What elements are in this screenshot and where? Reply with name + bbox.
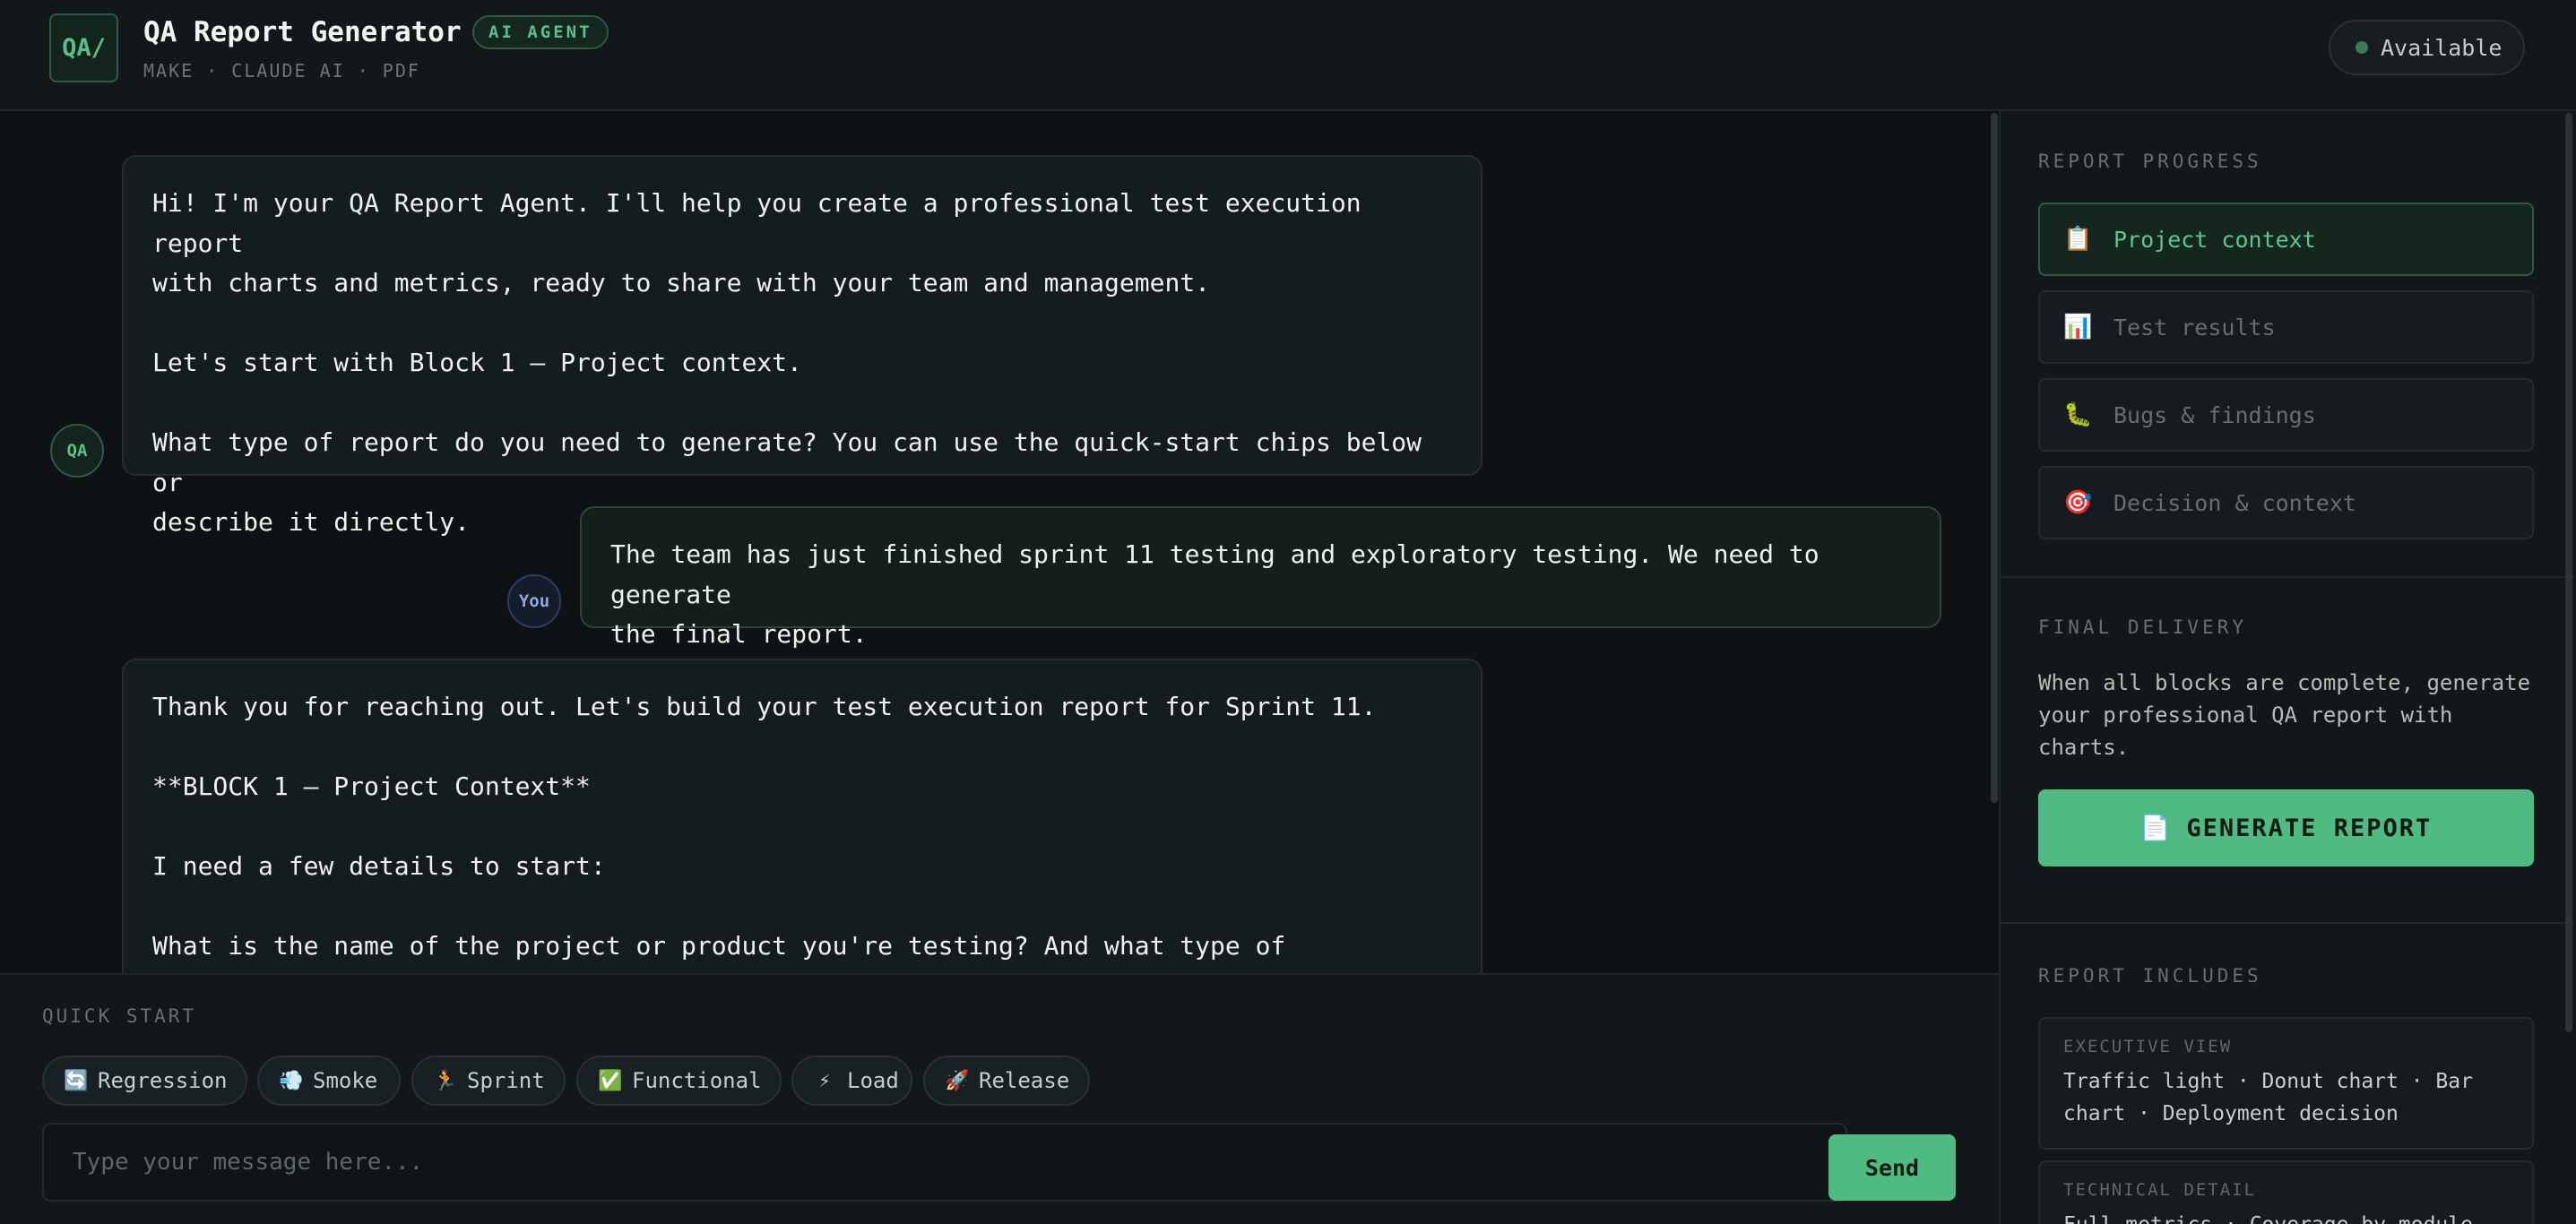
- step-label: Decision & context: [2114, 489, 2356, 516]
- quick-start-label: QUICK START: [42, 1005, 197, 1027]
- sidebar-scrollbar-thumb[interactable]: [2565, 113, 2572, 1032]
- chip-label: Sprint: [467, 1068, 545, 1093]
- final-delivery-label: FINAL DELIVERY: [2038, 616, 2248, 638]
- agent-message-bubble: Thank you for reaching out. Let's build …: [122, 659, 1482, 973]
- chat-transcript: Hi! I'm your QA Report Agent. I'll help …: [0, 111, 1999, 973]
- report-includes-label: REPORT INCLUDES: [2038, 965, 2262, 987]
- runner-icon: 🏃: [433, 1069, 458, 1092]
- chip-regression[interactable]: 🔄 Regression: [42, 1056, 247, 1106]
- rocket-icon: 🚀: [945, 1069, 970, 1092]
- status-indicator: Available: [2329, 20, 2525, 75]
- check-icon: ✅: [598, 1069, 623, 1092]
- include-title: TECHNICAL DETAIL: [2063, 1180, 2257, 1200]
- document-icon: 📄: [2139, 815, 2173, 842]
- step-test-results[interactable]: 📊 Test results: [2038, 290, 2534, 364]
- report-sidebar: REPORT PROGRESS 📋 Project context 📊 Test…: [1999, 111, 2576, 1224]
- include-description: Full metrics · Coverage by module: [2063, 1209, 2509, 1224]
- app-logo: QA/: [49, 13, 118, 82]
- app-header: QA/ QA Report Generator AI AGENT MAKE · …: [0, 0, 2576, 111]
- chip-label: Smoke: [313, 1068, 378, 1093]
- step-project-context[interactable]: 📋 Project context: [2038, 203, 2534, 276]
- app-title: QA Report Generator: [143, 16, 462, 48]
- clipboard-icon: 📋: [2063, 226, 2093, 253]
- step-bugs-findings[interactable]: 🐛 Bugs & findings: [2038, 378, 2534, 452]
- chip-label: Release: [979, 1068, 1070, 1093]
- message-input[interactable]: [42, 1123, 1847, 1202]
- final-delivery-text: When all blocks are complete, generate y…: [2038, 670, 2531, 760]
- generate-report-button[interactable]: 📄 GENERATE REPORT: [2038, 789, 2534, 866]
- chat-scrollbar-thumb[interactable]: [1991, 113, 1998, 803]
- include-description: Traffic light · Donut chart · Bar chart …: [2063, 1070, 2473, 1125]
- include-card-technical: TECHNICAL DETAIL Full metrics · Coverage…: [2038, 1160, 2534, 1224]
- chip-label: Functional: [632, 1068, 762, 1093]
- composer-panel: QUICK START 🔄 Regression 💨 Smoke 🏃 Sprin…: [0, 973, 1999, 1224]
- user-message-bubble: The team has just finished sprint 11 tes…: [580, 506, 1941, 649]
- report-progress-label: REPORT PROGRESS: [2038, 151, 2262, 172]
- app-window: QA/ QA Report Generator AI AGENT MAKE · …: [0, 0, 2576, 1224]
- step-label: Project context: [2114, 226, 2316, 253]
- step-label: Bugs & findings: [2114, 401, 2316, 428]
- status-dot-icon: [2356, 41, 2368, 54]
- chip-label: Regression: [98, 1068, 228, 1093]
- chip-release[interactable]: 🚀 Release: [923, 1056, 1090, 1106]
- chip-sprint[interactable]: 🏃 Sprint: [411, 1056, 566, 1106]
- chip-label: Load: [847, 1068, 899, 1093]
- step-decision-context[interactable]: 🎯 Decision & context: [2038, 466, 2534, 539]
- smoke-icon: 💨: [279, 1069, 304, 1092]
- agent-message-bubble: Hi! I'm your QA Report Agent. I'll help …: [122, 155, 1482, 537]
- agent-badge: AI AGENT: [472, 15, 609, 49]
- user-avatar: You: [507, 574, 561, 628]
- generate-report-label: GENERATE REPORT: [2186, 814, 2433, 842]
- repeat-icon: 🔄: [64, 1069, 89, 1092]
- sidebar-divider: [2001, 922, 2574, 924]
- chip-functional[interactable]: ✅ Functional: [576, 1056, 782, 1106]
- step-label: Test results: [2114, 314, 2276, 340]
- target-icon: 🎯: [2063, 489, 2093, 516]
- chip-smoke[interactable]: 💨 Smoke: [257, 1056, 401, 1106]
- status-label: Available: [2381, 34, 2503, 61]
- include-card-executive: EXECUTIVE VIEW Traffic light · Donut cha…: [2038, 1017, 2534, 1150]
- send-button[interactable]: Send: [1828, 1134, 1956, 1201]
- bar-chart-icon: 📊: [2063, 314, 2093, 340]
- sidebar-divider: [2001, 576, 2574, 578]
- agent-avatar: QA: [50, 424, 104, 478]
- include-title: EXECUTIVE VIEW: [2063, 1037, 2233, 1056]
- chip-load[interactable]: ⚡ Load: [791, 1056, 912, 1106]
- lightning-icon: ⚡: [818, 1069, 831, 1092]
- app-subtitle: MAKE · CLAUDE AI · PDF: [143, 60, 420, 82]
- bug-icon: 🐛: [2063, 401, 2093, 428]
